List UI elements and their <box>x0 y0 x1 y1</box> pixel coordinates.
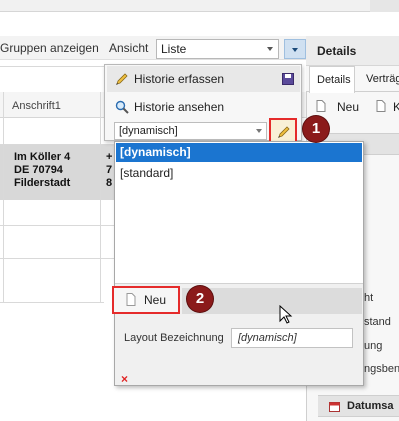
layout-name-input[interactable]: [dynamisch] <box>231 328 353 348</box>
section-datum-label: Datumsa <box>347 400 394 412</box>
calendar-icon <box>329 402 340 412</box>
tab-details[interactable]: Details <box>309 66 355 93</box>
field-label: ngsben <box>364 363 399 375</box>
magnifier-icon <box>115 100 129 114</box>
address-line: Filderstadt <box>14 177 71 189</box>
layout-combo-value: [dynamisch] <box>119 125 178 137</box>
step-badge-1: 1 <box>303 116 329 142</box>
divider <box>0 66 104 67</box>
window-close-button[interactable] <box>370 0 399 12</box>
mouse-cursor-icon <box>279 305 293 324</box>
panel-second-button[interactable]: K <box>376 100 399 115</box>
address-line: DE 70794 <box>14 164 63 176</box>
pencil-icon <box>278 126 290 138</box>
view-select-value: Liste <box>161 42 187 56</box>
option-dynamisch[interactable]: [dynamisch] <box>116 143 362 162</box>
tab-vertraege[interactable]: Verträg <box>366 73 399 85</box>
divider <box>0 302 104 303</box>
field-label: stand <box>364 316 391 328</box>
panel-new-label: Neu <box>337 100 360 114</box>
address-cell: Im Köller 4 DE 70794 Filderstadt <box>14 151 70 190</box>
panel-second-label: K <box>393 100 399 114</box>
show-groups-button[interactable]: Gruppen anzeigen <box>0 36 99 60</box>
section-datum[interactable]: Datumsa <box>318 395 399 417</box>
menu-item-label: Historie erfassen <box>134 72 225 86</box>
menu-item-historie-erfassen[interactable]: Historie erfassen <box>107 66 300 92</box>
cell-fragment: 7 <box>106 164 113 176</box>
panel-new-button[interactable]: Neu <box>316 100 359 115</box>
column-header-anschrift1[interactable]: Anschrift1 <box>12 100 61 112</box>
menu-item-label: Historie ansehen <box>134 100 225 114</box>
layout-combo[interactable]: [dynamisch] <box>114 122 267 140</box>
view-label: Ansicht <box>109 41 149 55</box>
close-icon[interactable]: × <box>121 372 128 386</box>
tab-label: Details <box>317 74 351 86</box>
field-label: ht <box>364 292 374 304</box>
details-panel-header: Details <box>306 36 399 66</box>
divider <box>100 92 101 302</box>
window-titlebar-strip <box>0 0 399 12</box>
document-icon <box>376 100 386 112</box>
phone-cell-partial: + 7 8 <box>106 151 112 190</box>
chevron-down-icon <box>256 129 262 133</box>
divider <box>3 92 4 302</box>
chevron-down-icon <box>292 48 298 52</box>
menu-item-historie-ansehen[interactable]: Historie ansehen <box>107 94 300 120</box>
cell-fragment: + <box>106 151 113 163</box>
save-icon <box>282 73 294 85</box>
option-standard[interactable]: [standard] <box>116 164 362 183</box>
pencil-icon <box>116 73 128 85</box>
new-document-icon <box>126 293 136 306</box>
new-layout-button[interactable]: Neu <box>112 286 180 314</box>
step-badge-2: 2 <box>187 286 213 312</box>
field-label: ung <box>364 340 383 352</box>
cell-fragment: 8 <box>106 177 113 189</box>
layout-name-label: Layout Bezeichnung <box>124 332 224 344</box>
chevron-down-icon <box>267 47 273 51</box>
layout-dropdown-button[interactable] <box>284 39 306 59</box>
details-panel-title: Details <box>317 44 357 58</box>
new-document-icon <box>316 100 326 112</box>
view-select[interactable]: Liste <box>156 39 279 59</box>
new-layout-button-label: Neu <box>144 293 167 307</box>
address-line: Im Köller 4 <box>14 151 71 163</box>
